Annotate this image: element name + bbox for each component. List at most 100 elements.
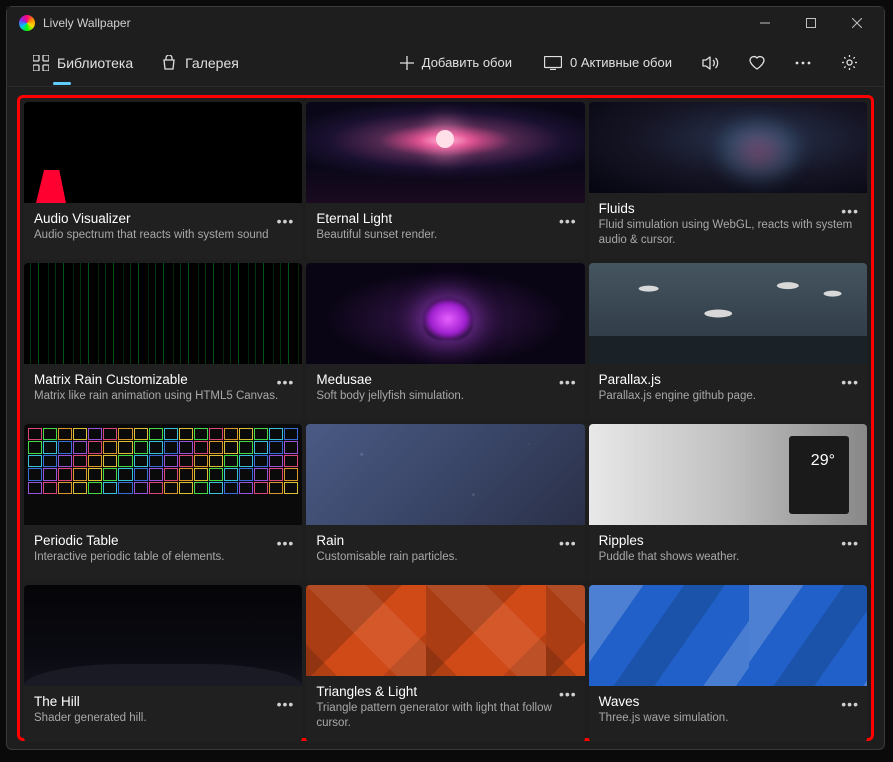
card-more-button[interactable]: •••: [841, 374, 859, 390]
wallpaper-card[interactable]: Medusae Soft body jellyfish simulation.••…: [306, 263, 584, 420]
card-info: Eternal Light Beautiful sunset render.•••: [306, 203, 584, 259]
card-info: Matrix Rain CustomizableMatrix like rain…: [24, 364, 302, 420]
wallpaper-card[interactable]: RainCustomisable rain particles.•••: [306, 424, 584, 581]
wallpaper-thumbnail: [589, 424, 867, 525]
close-button[interactable]: [834, 7, 880, 39]
bag-icon: [161, 55, 177, 71]
gear-icon: [841, 54, 858, 71]
wallpaper-thumbnail: [24, 585, 302, 686]
wallpaper-card[interactable]: Waves Three.js wave simulation.•••: [589, 585, 867, 742]
card-description: Puddle that shows weather.: [599, 550, 857, 566]
active-label: 0 Активные обои: [570, 55, 672, 70]
nav-library-label: Библиотека: [57, 55, 133, 71]
card-more-button[interactable]: •••: [841, 203, 859, 219]
wallpaper-thumbnail: [306, 585, 584, 676]
wallpaper-card[interactable]: Triangles & Light Triangle pattern genera…: [306, 585, 584, 742]
card-title: Triangles & Light: [316, 684, 574, 699]
card-title: Waves: [599, 694, 857, 709]
wallpaper-thumbnail: [306, 424, 584, 525]
card-more-button[interactable]: •••: [559, 213, 577, 229]
card-info: Periodic Table Interactive periodic table…: [24, 525, 302, 581]
card-title: Rain: [316, 533, 574, 548]
card-title: Eternal Light: [316, 211, 574, 226]
wallpaper-thumbnail: [306, 263, 584, 364]
wallpaper-thumbnail: [24, 102, 302, 203]
nav-gallery-label: Галерея: [185, 55, 239, 71]
monitor-icon: [544, 56, 562, 70]
app-title: Lively Wallpaper: [43, 16, 742, 30]
wallpaper-card[interactable]: Fluids Fluid simulation using WebGL, reac…: [589, 102, 867, 259]
card-description: Parallax.js engine github page.: [599, 389, 857, 405]
card-title: The Hill: [34, 694, 292, 709]
card-description: Soft body jellyfish simulation.: [316, 389, 574, 405]
card-more-button[interactable]: •••: [277, 535, 295, 551]
card-more-button[interactable]: •••: [841, 696, 859, 712]
card-more-button[interactable]: •••: [841, 535, 859, 551]
card-title: Periodic Table: [34, 533, 292, 548]
card-description: Interactive periodic table of elements.: [34, 550, 292, 566]
nav-gallery[interactable]: Галерея: [151, 49, 249, 77]
card-description: Three.js wave simulation.: [599, 711, 857, 727]
app-icon: [19, 15, 35, 31]
card-description: Matrix like rain animation using HTML5 C…: [34, 389, 292, 405]
active-wallpapers-button[interactable]: 0 Активные обои: [532, 49, 684, 76]
add-wallpaper-button[interactable]: Добавить обои: [388, 49, 524, 76]
card-info: Fluids Fluid simulation using WebGL, reac…: [589, 193, 867, 259]
wallpaper-thumbnail: [589, 585, 867, 686]
card-title: Fluids: [599, 201, 857, 216]
minimize-button[interactable]: [742, 7, 788, 39]
card-title: Parallax.js: [599, 372, 857, 387]
card-info: Parallax.js Parallax.js engine github pag…: [589, 364, 867, 420]
card-info: Waves Three.js wave simulation.•••: [589, 686, 867, 742]
card-description: Audio spectrum that reacts with system s…: [34, 228, 292, 244]
titlebar: Lively Wallpaper: [7, 7, 884, 39]
card-description: Triangle pattern generator with light th…: [316, 701, 574, 732]
card-more-button[interactable]: •••: [559, 374, 577, 390]
card-title: Ripples: [599, 533, 857, 548]
wallpaper-grid: Audio Visualizer Audio spectrum that reac…: [24, 102, 867, 742]
volume-icon: [702, 55, 720, 71]
card-more-button[interactable]: •••: [559, 535, 577, 551]
highlighted-grid: Audio Visualizer Audio spectrum that reac…: [17, 95, 874, 741]
card-description: Fluid simulation using WebGL, reacts wit…: [599, 218, 857, 249]
wallpaper-card[interactable]: Eternal Light Beautiful sunset render.•••: [306, 102, 584, 259]
card-more-button[interactable]: •••: [277, 213, 295, 229]
card-description: Beautiful sunset render.: [316, 228, 574, 244]
content-area: Audio Visualizer Audio spectrum that reac…: [7, 87, 884, 749]
card-info: Ripples Puddle that shows weather.•••: [589, 525, 867, 581]
card-title: Audio Visualizer: [34, 211, 292, 226]
wallpaper-card[interactable]: Matrix Rain CustomizableMatrix like rain…: [24, 263, 302, 420]
card-title: Medusae: [316, 372, 574, 387]
wallpaper-thumbnail: [24, 263, 302, 364]
wallpaper-thumbnail: [24, 424, 302, 525]
wallpaper-thumbnail: [306, 102, 584, 203]
maximize-button[interactable]: [788, 7, 834, 39]
card-info: Audio Visualizer Audio spectrum that reac…: [24, 203, 302, 259]
wallpaper-card[interactable]: The Hill Shader generated hill.•••: [24, 585, 302, 742]
card-more-button[interactable]: •••: [277, 696, 295, 712]
app-window: Lively Wallpaper Библиотека Галерея Доба…: [6, 6, 885, 750]
wallpaper-thumbnail: [589, 263, 867, 364]
wallpaper-thumbnail: [589, 102, 867, 193]
more-button[interactable]: [784, 44, 822, 82]
wallpaper-card[interactable]: Audio Visualizer Audio spectrum that reac…: [24, 102, 302, 259]
wallpaper-card[interactable]: Parallax.js Parallax.js engine github pag…: [589, 263, 867, 420]
dots-icon: [795, 61, 811, 65]
wallpaper-card[interactable]: Periodic Table Interactive periodic table…: [24, 424, 302, 581]
card-description: Shader generated hill.: [34, 711, 292, 727]
toolbar: Библиотека Галерея Добавить обои 0 Актив…: [7, 39, 884, 87]
volume-button[interactable]: [692, 44, 730, 82]
wallpaper-card[interactable]: Ripples Puddle that shows weather.•••: [589, 424, 867, 581]
card-info: The Hill Shader generated hill.•••: [24, 686, 302, 742]
settings-button[interactable]: [830, 44, 868, 82]
card-info: Medusae Soft body jellyfish simulation.••…: [306, 364, 584, 420]
card-info: RainCustomisable rain particles.•••: [306, 525, 584, 581]
heart-icon: [748, 55, 766, 71]
card-more-button[interactable]: •••: [277, 374, 295, 390]
card-more-button[interactable]: •••: [559, 686, 577, 702]
plus-icon: [400, 56, 414, 70]
grid-icon: [33, 55, 49, 71]
favorite-button[interactable]: [738, 44, 776, 82]
nav-library[interactable]: Библиотека: [23, 49, 143, 77]
card-info: Triangles & Light Triangle pattern genera…: [306, 676, 584, 742]
